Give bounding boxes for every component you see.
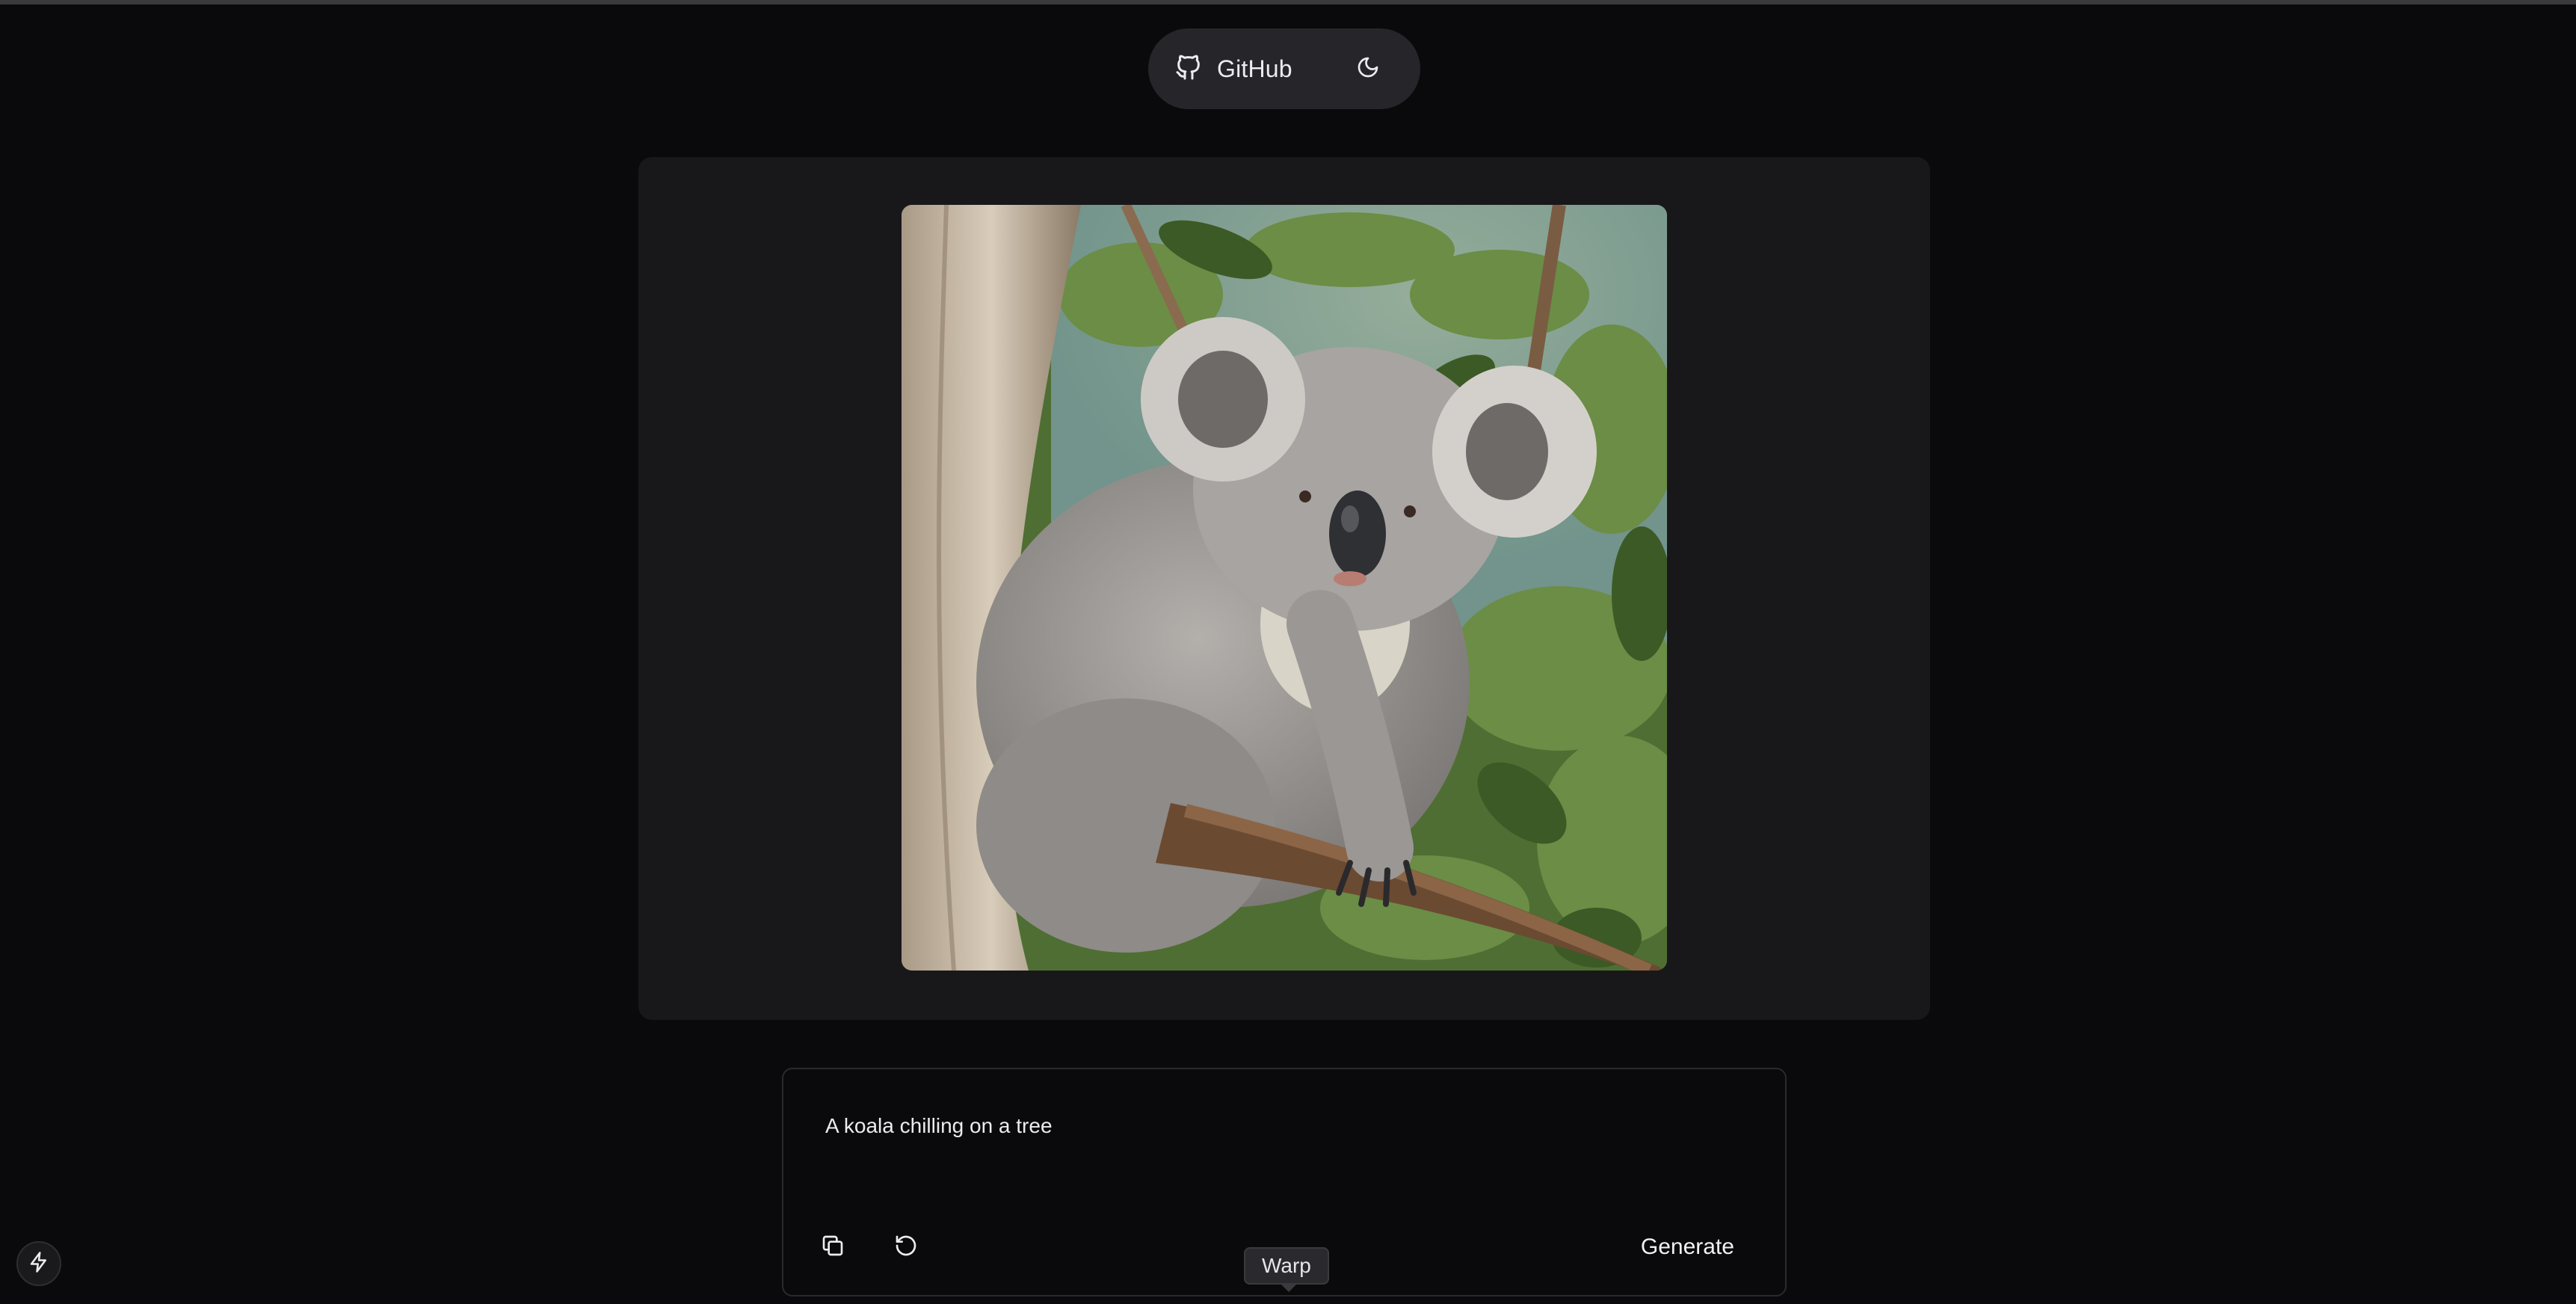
github-icon — [1174, 52, 1204, 86]
copy-button[interactable] — [812, 1226, 854, 1268]
warp-tooltip: Warp — [1244, 1247, 1329, 1285]
generate-button[interactable]: Generate — [1630, 1228, 1745, 1267]
generated-image — [902, 205, 1667, 971]
bolt-icon — [28, 1251, 50, 1277]
github-link[interactable]: GitHub — [1174, 43, 1292, 95]
refresh-icon — [894, 1234, 918, 1261]
tooltip-arrow — [1280, 1283, 1298, 1292]
theme-toggle-button[interactable] — [1350, 51, 1386, 87]
copy-icon — [821, 1234, 845, 1261]
bolt-button[interactable] — [16, 1241, 61, 1286]
github-label: GitHub — [1217, 55, 1292, 82]
top-nav-pill: GitHub — [1148, 28, 1420, 109]
reset-button[interactable] — [885, 1226, 927, 1268]
image-card — [638, 157, 1930, 1020]
prompt-input[interactable]: A koala chilling on a tree — [825, 1114, 1053, 1138]
moon-icon — [1356, 55, 1380, 83]
koala-image — [902, 205, 1667, 971]
window-top-strip — [0, 0, 2576, 4]
